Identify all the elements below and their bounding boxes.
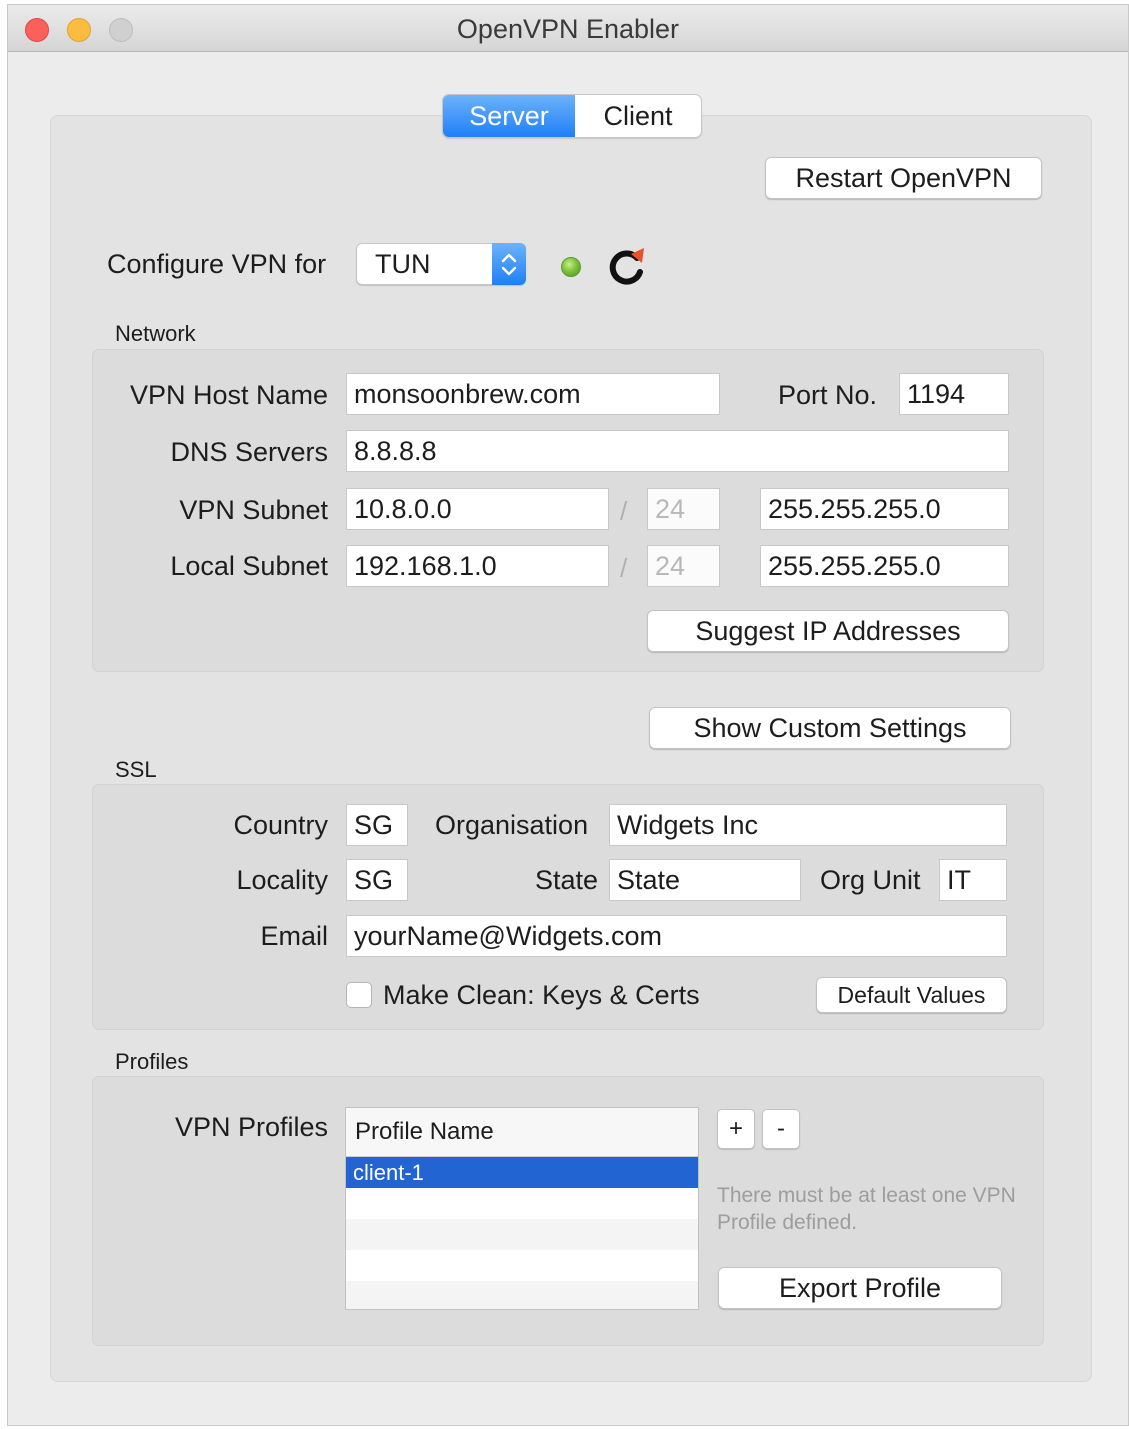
table-row-empty: [346, 1219, 698, 1250]
country-field[interactable]: SG: [346, 804, 408, 846]
chevron-updown-icon: [492, 243, 526, 285]
table-row-empty: [346, 1281, 698, 1309]
network-section-title: Network: [115, 321, 196, 346]
local-subnet-field[interactable]: 192.168.1.0: [346, 545, 609, 587]
dns-servers-label: DNS Servers: [170, 437, 328, 467]
table-row-empty: [346, 1188, 698, 1219]
status-led-icon: [561, 257, 581, 277]
locality-label: Locality: [236, 865, 328, 895]
remove-profile-button[interactable]: -: [762, 1109, 800, 1149]
organisation-label: Organisation: [435, 810, 589, 840]
vpn-profiles-label: VPN Profiles: [174, 1112, 328, 1142]
tab-server[interactable]: Server: [443, 95, 575, 137]
show-custom-settings-button[interactable]: Show Custom Settings: [649, 707, 1011, 749]
vpn-host-name-label: VPN Host Name: [129, 380, 328, 410]
vpn-subnet-label: VPN Subnet: [179, 495, 328, 525]
default-values-button[interactable]: Default Values: [816, 977, 1007, 1013]
suggest-ip-addresses-button[interactable]: Suggest IP Addresses: [647, 610, 1009, 652]
vpn-subnet-field[interactable]: 10.8.0.0: [346, 488, 609, 530]
email-field[interactable]: yourName@Widgets.com: [346, 915, 1007, 957]
window-title: OpenVPN Enabler: [456, 14, 680, 44]
profiles-table[interactable]: Profile Name client-1: [345, 1107, 699, 1310]
vpn-mode-value: TUN: [375, 249, 431, 279]
local-subnet-label: Local Subnet: [170, 551, 328, 581]
table-row[interactable]: client-1: [346, 1157, 698, 1188]
restart-openvpn-button[interactable]: Restart OpenVPN: [765, 157, 1042, 199]
profiles-section-title: Profiles: [115, 1049, 189, 1074]
profile-name-column-header[interactable]: Profile Name: [346, 1108, 698, 1157]
ssl-section-title: SSL: [115, 757, 157, 782]
export-profile-button[interactable]: Export Profile: [718, 1267, 1002, 1309]
tab-client[interactable]: Client: [575, 95, 701, 137]
vpn-subnet-mask-field[interactable]: 255.255.255.0: [760, 488, 1009, 530]
local-subnet-bits-field: 24: [647, 545, 720, 587]
title-bar: OpenVPN Enabler: [8, 5, 1128, 52]
org-unit-label: Org Unit: [820, 865, 921, 895]
org-unit-field[interactable]: IT: [939, 859, 1007, 901]
port-label: Port No.: [778, 380, 878, 410]
mode-tabs: Server Client: [442, 94, 702, 138]
organisation-field[interactable]: Widgets Inc: [609, 804, 1007, 846]
state-label: State: [534, 865, 598, 895]
app-window: OpenVPN Enabler Server Client Restart Op…: [7, 4, 1129, 1426]
locality-field[interactable]: SG: [346, 859, 408, 901]
vpn-host-name-field[interactable]: monsoonbrew.com: [346, 373, 720, 415]
email-label: Email: [260, 921, 328, 951]
make-clean-label: Make Clean: Keys & Certs: [383, 980, 700, 1010]
port-field[interactable]: 1194: [899, 373, 1009, 415]
local-subnet-separator: /: [620, 553, 628, 583]
add-profile-button[interactable]: +: [717, 1109, 755, 1149]
profiles-hint-text: There must be at least one VPN Profile d…: [717, 1184, 1016, 1234]
dns-servers-field[interactable]: 8.8.8.8: [346, 430, 1009, 472]
vpn-subnet-separator: /: [620, 496, 628, 526]
local-subnet-mask-field[interactable]: 255.255.255.0: [760, 545, 1009, 587]
state-field[interactable]: State: [609, 859, 801, 901]
table-row-empty: [346, 1250, 698, 1281]
vpn-mode-select[interactable]: TUN: [356, 243, 526, 285]
vpn-subnet-bits-field: 24: [647, 488, 720, 530]
configure-vpn-label: Configure VPN for: [107, 249, 327, 279]
refresh-icon[interactable]: [606, 245, 650, 289]
make-clean-checkbox[interactable]: [346, 982, 372, 1008]
country-label: Country: [233, 810, 328, 840]
